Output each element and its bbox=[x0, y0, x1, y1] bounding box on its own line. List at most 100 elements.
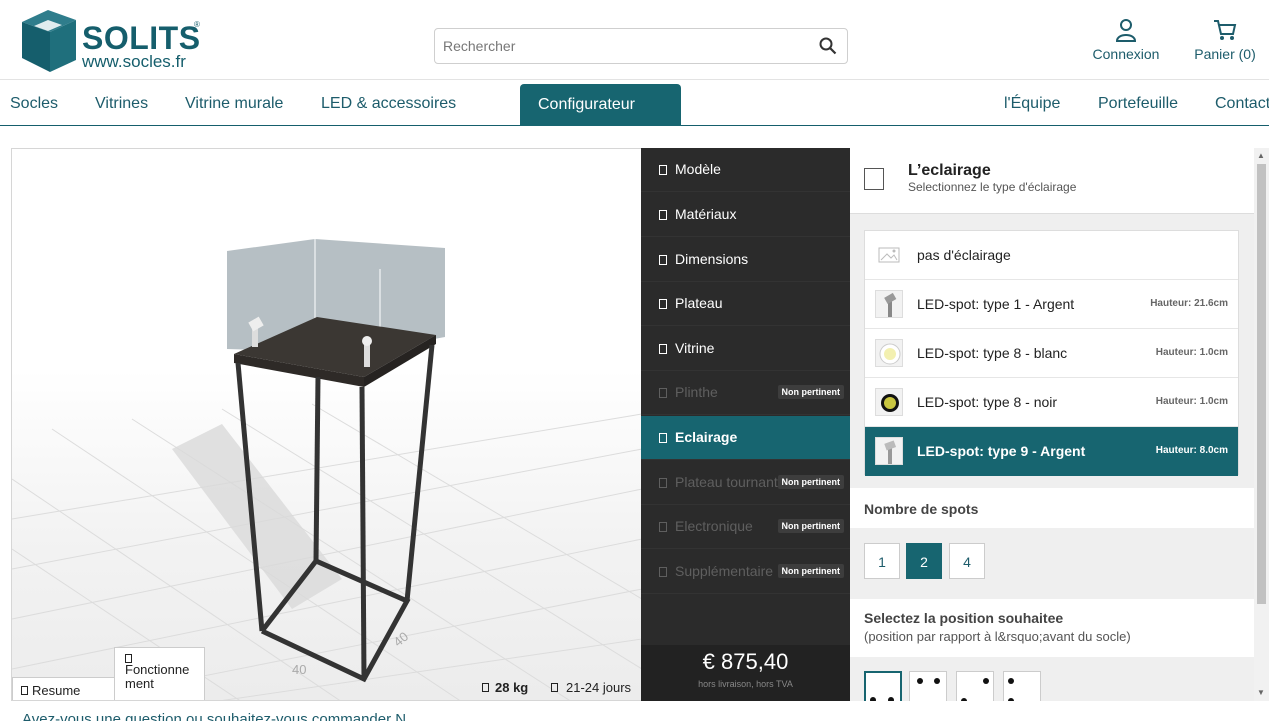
step-dimensions[interactable]: Dimensions bbox=[641, 238, 850, 282]
step-modele[interactable]: Modèle bbox=[641, 148, 850, 192]
nav-socles[interactable]: Socles bbox=[10, 95, 58, 113]
search-input[interactable] bbox=[443, 35, 803, 57]
search-box bbox=[434, 28, 848, 64]
not-applicable-badge: Non pertinent bbox=[777, 475, 844, 489]
option-no-lighting[interactable]: pas d'éclairage bbox=[865, 231, 1238, 280]
option-height: Hauteur: 21.6cm bbox=[1150, 298, 1228, 309]
nav-equipe[interactable]: l'Équipe bbox=[1004, 95, 1060, 113]
config-steps: Modèle Matériaux Dimensions Plateau Vitr… bbox=[641, 148, 850, 701]
3d-viewer[interactable]: 40 40 Resume Fonctionne ment 28 kg 21-24… bbox=[11, 148, 641, 701]
option-height: Hauteur: 1.0cm bbox=[1155, 396, 1228, 407]
not-applicable-badge: Non pertinent bbox=[777, 564, 844, 578]
step-label: Plinthe bbox=[675, 384, 718, 400]
spots-count-section: Nombre de spots bbox=[850, 488, 1254, 528]
step-icon bbox=[659, 210, 667, 220]
cart-icon bbox=[1214, 20, 1237, 40]
step-eclairage[interactable]: Eclairage bbox=[641, 416, 850, 460]
option-label: LED-spot: type 8 - noir bbox=[917, 394, 1058, 410]
led-spot-icon bbox=[875, 290, 903, 318]
scroll-up-icon[interactable]: ▲ bbox=[1257, 151, 1265, 160]
step-icon bbox=[659, 522, 667, 532]
step-icon bbox=[659, 255, 667, 265]
panel-title: L’eclairage bbox=[908, 162, 991, 179]
account-link[interactable]: Connexion bbox=[1086, 18, 1166, 62]
user-icon bbox=[1115, 19, 1137, 42]
not-applicable-badge: Non pertinent bbox=[777, 519, 844, 533]
position-title: Selectez la position souhaitee bbox=[864, 610, 1064, 626]
step-icon bbox=[659, 344, 667, 354]
step-icon bbox=[659, 433, 667, 443]
weight-info: 28 kg bbox=[482, 680, 528, 695]
nav-contact[interactable]: Contact bbox=[1215, 95, 1269, 113]
fonctionnement-button[interactable]: Fonctionne ment bbox=[114, 647, 205, 700]
price-note: hors livraison, hors TVA bbox=[698, 679, 793, 689]
option-led-type9-argent[interactable]: LED-spot: type 9 - Argent Hauteur: 8.0cm bbox=[865, 427, 1238, 476]
option-led-type8-noir[interactable]: LED-spot: type 8 - noir Hauteur: 1.0cm bbox=[865, 378, 1238, 427]
spots-count-4[interactable]: 4 bbox=[949, 543, 985, 579]
nav-vitrine-murale[interactable]: Vitrine murale bbox=[185, 95, 283, 113]
cart-link[interactable]: Panier (0) bbox=[1190, 18, 1260, 62]
option-height: Hauteur: 8.0cm bbox=[1155, 445, 1228, 456]
panel-scrollbar[interactable]: ▲ ▼ bbox=[1254, 148, 1269, 701]
position-option-3[interactable] bbox=[956, 671, 994, 701]
logo-url: www.socles.fr bbox=[82, 52, 186, 71]
scroll-down-icon[interactable]: ▼ bbox=[1257, 688, 1265, 697]
step-vitrine[interactable]: Vitrine bbox=[641, 327, 850, 371]
led-spot-icon bbox=[875, 437, 903, 465]
scrollbar-thumb[interactable] bbox=[1257, 164, 1266, 604]
lighting-options: pas d'éclairage LED-spot: type 1 - Argen… bbox=[864, 230, 1239, 476]
weight-value: 28 kg bbox=[495, 680, 529, 695]
delivery-value: 21-24 jours bbox=[566, 680, 632, 695]
step-icon bbox=[659, 299, 667, 309]
position-option-1[interactable] bbox=[864, 671, 902, 701]
option-label: pas d'éclairage bbox=[917, 247, 1011, 263]
resume-label: Resume bbox=[32, 683, 81, 698]
led-spot-black-icon bbox=[875, 388, 903, 416]
step-materiaux[interactable]: Matériaux bbox=[641, 193, 850, 237]
nav-portefeuille[interactable]: Portefeuille bbox=[1098, 95, 1178, 113]
step-label: Supplémentaire bbox=[675, 563, 774, 579]
position-option-4[interactable] bbox=[1003, 671, 1041, 701]
step-plinthe: Plinthe Non pertinent bbox=[641, 371, 850, 415]
showcase bbox=[227, 239, 445, 683]
step-label: Matériaux bbox=[675, 206, 737, 222]
position-option-2[interactable] bbox=[909, 671, 947, 701]
price-amount: € 875,40 bbox=[702, 649, 789, 674]
section-checkbox[interactable] bbox=[864, 168, 884, 190]
footer-question: Avez-vous une question ou souhaitez-vous… bbox=[22, 711, 407, 721]
header: SOLITS ® www.socles.fr Connexion Panier … bbox=[0, 0, 1269, 80]
price-box: € 875,40 hors livraison, hors TVA bbox=[641, 645, 850, 701]
search-icon[interactable] bbox=[819, 37, 837, 55]
floor-grid bbox=[12, 403, 641, 700]
option-label: LED-spot: type 9 - Argent bbox=[917, 443, 1086, 459]
weight-icon bbox=[482, 683, 489, 692]
resume-button[interactable]: Resume bbox=[12, 677, 116, 700]
step-label: Plateau bbox=[675, 295, 723, 311]
panel-header: L’eclairage Selectionnez le type d'éclai… bbox=[850, 148, 1254, 214]
lighting-panel: L’eclairage Selectionnez le type d'éclai… bbox=[850, 148, 1254, 701]
step-label: Electronique bbox=[675, 518, 753, 534]
spots-count-title: Nombre de spots bbox=[864, 501, 979, 517]
position-section: Selectez la position souhaitee (position… bbox=[850, 599, 1254, 657]
dim-label-1: 40 bbox=[292, 662, 306, 677]
nav-led-accessoires[interactable]: LED & accessoires bbox=[321, 95, 456, 113]
nav-vitrines[interactable]: Vitrines bbox=[95, 95, 148, 113]
option-led-type1-argent[interactable]: LED-spot: type 1 - Argent Hauteur: 21.6c… bbox=[865, 280, 1238, 329]
step-plateau[interactable]: Plateau bbox=[641, 282, 850, 326]
option-led-type8-blanc[interactable]: LED-spot: type 8 - blanc Hauteur: 1.0cm bbox=[865, 329, 1238, 378]
logo-registered: ® bbox=[194, 20, 200, 29]
option-height: Hauteur: 1.0cm bbox=[1155, 347, 1228, 358]
resume-icon bbox=[21, 686, 28, 695]
step-plateau-tournant: Plateau tournant Non pertinent bbox=[641, 461, 850, 505]
delivery-info: 21-24 jours bbox=[551, 680, 631, 695]
nav-configurateur[interactable]: Configurateur bbox=[520, 84, 681, 126]
spots-count-1[interactable]: 1 bbox=[864, 543, 900, 579]
position-dot bbox=[1008, 678, 1014, 684]
spots-count-2[interactable]: 2 bbox=[906, 543, 942, 579]
position-dot bbox=[934, 678, 940, 684]
account-label: Connexion bbox=[1092, 46, 1160, 62]
position-dot bbox=[983, 678, 989, 684]
3d-scene[interactable]: 40 40 bbox=[12, 149, 641, 701]
logo[interactable]: SOLITS ® www.socles.fr bbox=[18, 8, 208, 74]
step-label: Modèle bbox=[675, 161, 721, 177]
